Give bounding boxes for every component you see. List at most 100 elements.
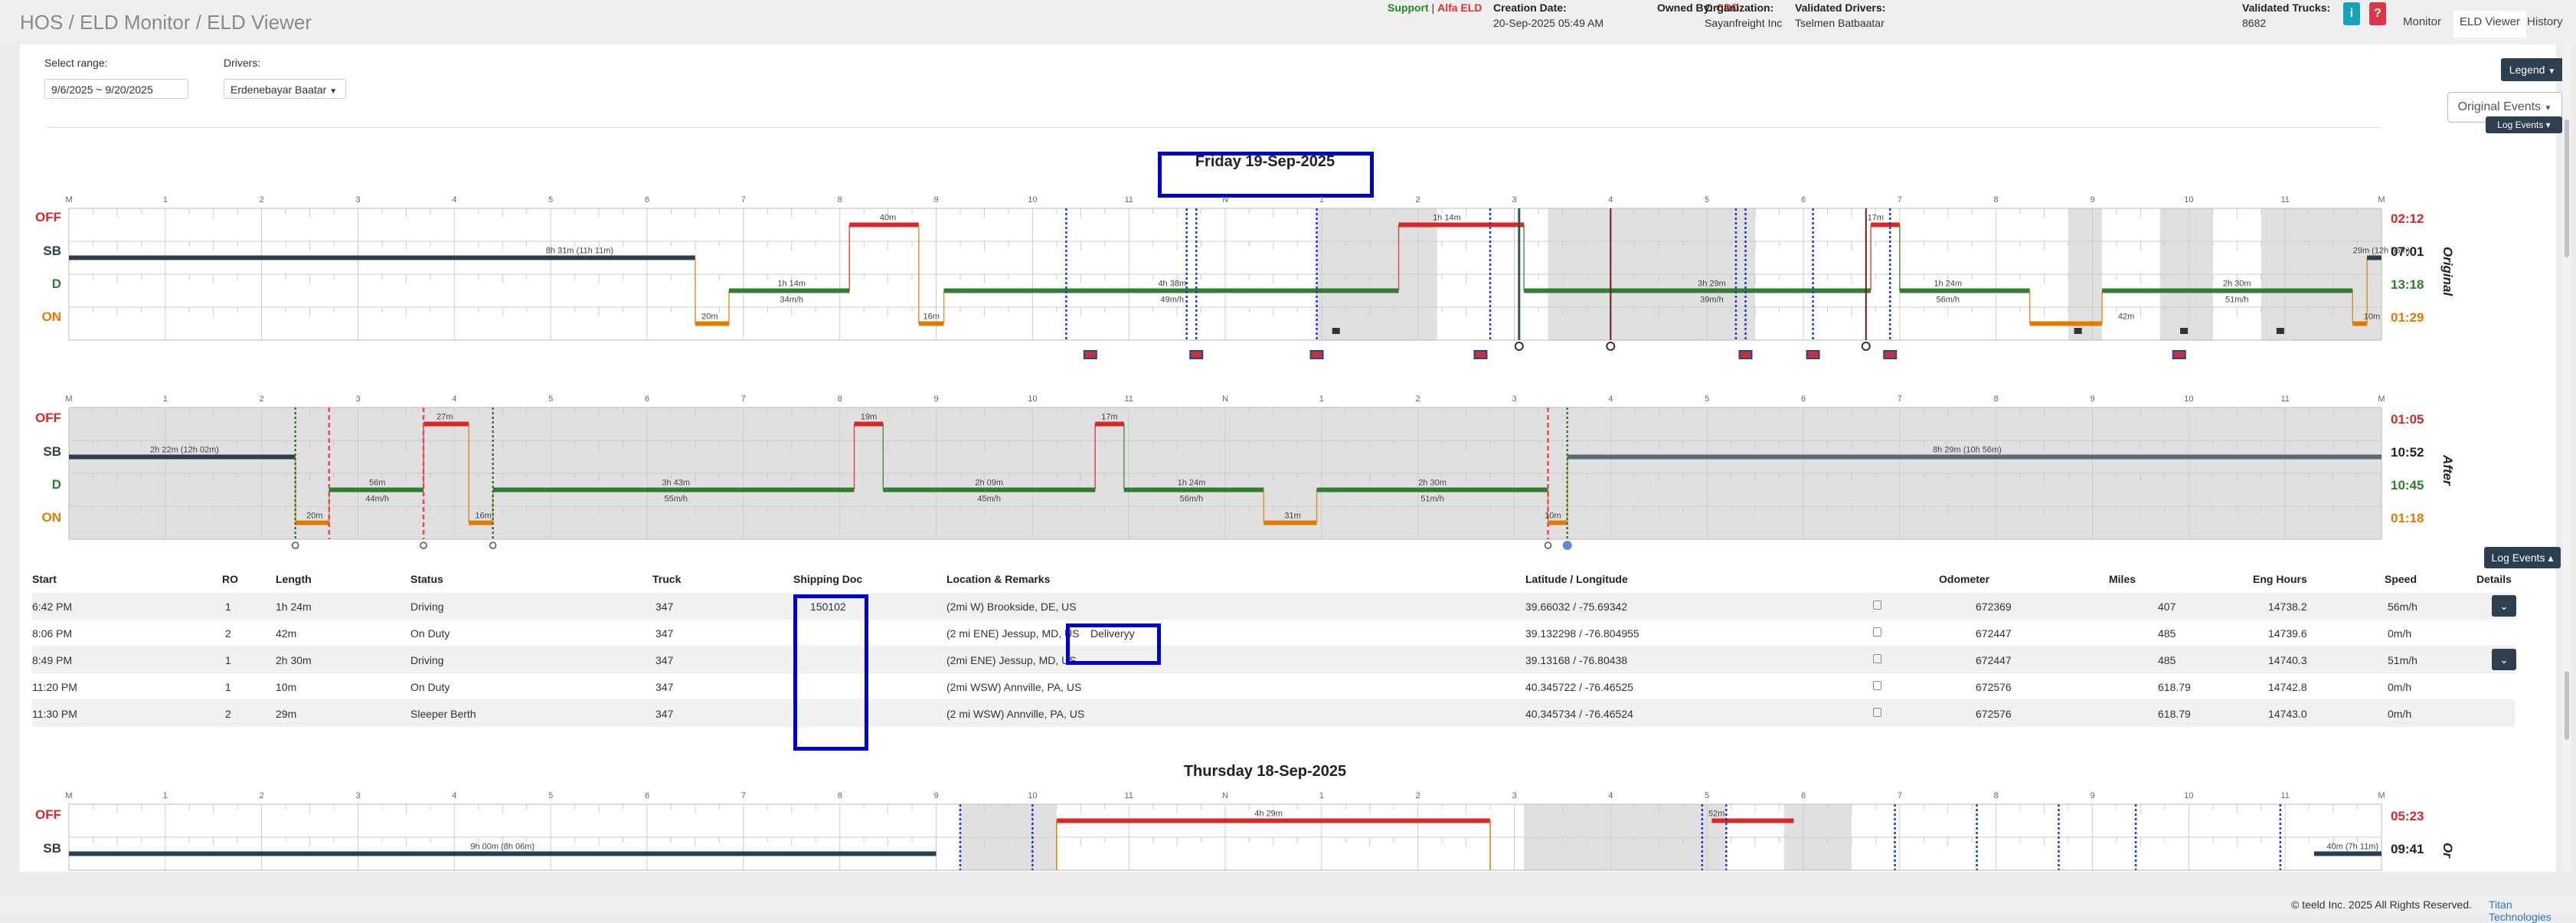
log-grid-friday-after[interactable]: M 1 2 3 4 5 6 7 8 9 10 11 N 1 2 3 4 5 6 7 8 9 10 11 M 2h 22m (12h… — [65, 391, 2389, 559]
scrollbar-thumb[interactable] — [2565, 119, 2569, 257]
column-header: Miles — [2109, 573, 2136, 585]
divider — [46, 127, 2381, 128]
validated-drivers: Validated Drivers: Tselmen Batbaatar — [1795, 0, 1885, 31]
cell-speed: 56m/h — [2388, 601, 2417, 613]
us-flag-icon[interactable] — [1189, 350, 1204, 359]
duration-label: 55m/h — [664, 495, 688, 504]
range-input[interactable]: 9/6/2025 ~ 9/20/2025 — [44, 79, 188, 99]
duration-label: 2h 22m (12h 02m) — [150, 446, 219, 455]
row-label-d: D — [51, 477, 61, 492]
camera-icon[interactable] — [2276, 328, 2284, 334]
camera-icon[interactable] — [2074, 328, 2082, 334]
side-title-thursday: Or — [2440, 843, 2455, 858]
table-row[interactable]: 6:42 PM 1 1h 24m Driving 347 150102 (2mi W) Br… — [32, 593, 2516, 620]
event-icon[interactable] — [1562, 541, 1572, 550]
hour-label: 4 — [1608, 791, 1613, 800]
legend-button[interactable]: Legend ▼ — [2501, 58, 2564, 81]
duration-label: 17m — [1101, 413, 1117, 422]
total-sb: 10:52 — [2391, 445, 2424, 460]
driver-select[interactable]: Erdenebayar Baatar ▼ — [224, 79, 346, 99]
side-title-after: After — [2440, 455, 2455, 486]
table-row[interactable]: 8:06 PM 2 42m On Duty 347 (2 mi ENE) Jessup, … — [32, 620, 2515, 646]
cell-miles: 407 — [2158, 601, 2176, 613]
us-flag-icon[interactable] — [1083, 350, 1097, 359]
duration-label: 51m/h — [2225, 296, 2249, 305]
alfa-eld-link[interactable]: Alfa ELD — [1437, 2, 1482, 14]
tab-monitor[interactable]: Monitor — [2403, 15, 2441, 28]
event-icon[interactable] — [1606, 342, 1616, 351]
duration-label: 8h 31m (11h 11m) — [546, 247, 613, 256]
us-flag-icon[interactable] — [1473, 350, 1488, 359]
hour-label: 9 — [933, 791, 938, 800]
help-icon[interactable]: ? — [2369, 2, 2386, 25]
footer-copyright: © teeld Inc. 2025 All Rights Reserved. — [2291, 898, 2472, 911]
chevron-down-icon: ▼ — [329, 87, 338, 96]
camera-icon[interactable] — [2180, 328, 2189, 334]
top-header: HOS / ELD Monitor / ELD Viewer Support |… — [0, 0, 2576, 44]
copy-icon[interactable] — [1873, 601, 1881, 610]
event-icon[interactable] — [489, 542, 497, 549]
footer-brand[interactable]: Titan Technologies — [2489, 898, 2576, 923]
hour-label: 5 — [1705, 195, 1709, 205]
copy-icon[interactable] — [1873, 681, 1881, 690]
us-flag-icon[interactable] — [1806, 350, 1820, 359]
hour-label: 7 — [741, 791, 746, 800]
hour-label: M — [2378, 394, 2385, 404]
us-flag-icon[interactable] — [1883, 350, 1898, 359]
duration-label: 9h 00m (8h 06m) — [470, 843, 534, 852]
table-row[interactable]: 11:20 PM 1 10m On Duty 347 (2mi WSW) Annville… — [32, 673, 2515, 700]
hour-label: 1 — [163, 394, 168, 404]
hour-label: 8 — [1994, 394, 1999, 404]
hour-label: 10 — [1028, 791, 1037, 800]
hour-label: 11 — [1124, 394, 1133, 404]
hour-label: 11 — [1124, 195, 1133, 205]
cell-speed: 0m/h — [2388, 708, 2412, 720]
row-label-off: OFF — [35, 210, 61, 224]
copy-icon[interactable] — [1873, 708, 1881, 717]
cell-ro: 1 — [225, 654, 231, 666]
camera-icon[interactable] — [1332, 328, 1340, 334]
cell-eng: 14742.8 — [2268, 681, 2307, 693]
event-icon[interactable] — [1861, 342, 1871, 351]
duration-label: 3h 43m — [662, 479, 690, 488]
log-grid-friday-original[interactable]: M 1 2 3 4 5 6 7 8 9 10 11 N 1 2 3 4 5 6 7 8 9 10 11 M 8h 31m (11h… — [65, 191, 2410, 365]
log-grid-thursday-original[interactable]: M 1 2 3 4 5 6 7 8 9 10 11 N 1 2 3 4 5 6 7 8 9 10 11 M 4h 29m 52m 9h… — [65, 787, 2389, 895]
hour-label: 6 — [645, 195, 649, 205]
us-flag-icon[interactable] — [1309, 350, 1324, 359]
us-flag-icon[interactable] — [1738, 350, 1753, 359]
highlight-box-shipping-doc — [793, 594, 868, 751]
tab-eld-viewer[interactable]: ELD Viewer — [2453, 11, 2526, 38]
support-link[interactable]: Support — [1388, 2, 1429, 14]
hour-label: 2 — [260, 394, 264, 404]
row-label-off: OFF — [35, 411, 61, 425]
table-row[interactable]: 11:30 PM 2 29m Sleeper Berth 347 (2 mi WSW) A… — [32, 700, 2515, 727]
event-icon[interactable] — [1514, 342, 1524, 351]
log-events-button-top[interactable]: Log Events ▾ — [2486, 116, 2562, 133]
row-label-off: OFF — [35, 807, 61, 822]
column-header: Details — [2476, 573, 2512, 585]
copy-icon[interactable] — [1873, 654, 1881, 663]
event-icon[interactable] — [291, 542, 299, 549]
creation-date: Creation Date: 20-Sep-2025 05:49 AM — [1493, 0, 1603, 31]
hour-label: 10 — [1028, 195, 1037, 205]
us-flag-icon[interactable] — [2172, 350, 2186, 359]
info-icon[interactable]: i — [2343, 2, 2360, 25]
duration-label: 44m/h — [365, 495, 389, 504]
cell-start: 6:42 PM — [32, 601, 73, 613]
event-icon[interactable] — [1544, 542, 1552, 549]
table-row[interactable]: 8:49 PM 1 2h 30m Driving 347 (2mi ENE) Jessup… — [32, 646, 2516, 673]
row-label-sb: SB — [43, 444, 61, 459]
hour-label: 10 — [2184, 791, 2193, 800]
total-on: 01:18 — [2391, 511, 2424, 525]
duration-label: 56m/h — [1936, 296, 1960, 305]
tab-history[interactable]: History — [2527, 15, 2563, 28]
log-events-button[interactable]: Log Events ▴ — [2484, 547, 2561, 568]
details-expand-button[interactable]: ⌄ — [2492, 649, 2516, 670]
event-icon[interactable] — [420, 542, 427, 549]
details-expand-button[interactable]: ⌄ — [2492, 595, 2516, 617]
duration-label: 31m — [1284, 512, 1300, 521]
duration-label: 4h 29m — [1254, 810, 1283, 819]
cell-start: 8:06 PM — [32, 627, 73, 640]
scrollbar-thumb-lower[interactable] — [2565, 671, 2569, 740]
copy-icon[interactable] — [1873, 627, 1881, 637]
